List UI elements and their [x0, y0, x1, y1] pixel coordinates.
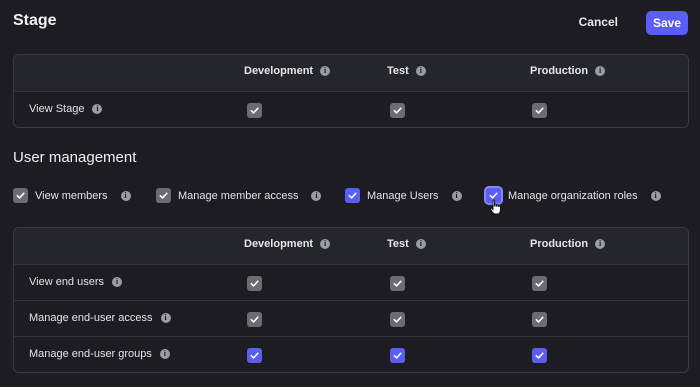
info-icon[interactable]: i [311, 190, 322, 201]
section-title-user-management: User management [13, 149, 137, 166]
info-icon[interactable]: i [415, 66, 426, 76]
info-icon[interactable]: i [451, 190, 462, 201]
row-label-view-end-users: View end users i [29, 276, 123, 288]
info-icon[interactable]: i [650, 190, 661, 201]
table-header-row: Development i Test i Production i [14, 55, 688, 91]
column-header-development: Development i [244, 65, 331, 77]
info-icon[interactable]: i [112, 277, 123, 287]
info-icon[interactable]: i [415, 239, 426, 249]
header: Stage Cancel Save [13, 11, 688, 35]
info-icon[interactable]: i [160, 313, 171, 323]
hand-cursor-icon [490, 199, 501, 215]
info-icon[interactable]: i [595, 239, 606, 249]
info-icon[interactable]: i [320, 66, 331, 76]
checkbox-view-end-users-production[interactable] [532, 276, 547, 291]
table-row: Manage end-user groups i [14, 336, 688, 372]
table-row: Manage end-user access i [14, 300, 688, 336]
info-icon[interactable]: i [159, 349, 170, 359]
table-row: View Stage i [14, 91, 688, 127]
option-view-members[interactable]: View members i [13, 188, 131, 203]
checkbox-manage-end-user-groups-test[interactable] [390, 348, 405, 363]
table-header-row: Development i Test i Production i [14, 228, 688, 264]
save-button[interactable]: Save [646, 11, 688, 35]
user-permissions-table: Development i Test i Production i View end … [13, 227, 689, 373]
row-label-manage-end-user-groups: Manage end-user groups i [29, 348, 170, 360]
column-header-test: Test i [387, 238, 426, 250]
column-header-production: Production i [530, 238, 606, 250]
checkbox-view-members[interactable] [13, 188, 28, 203]
cancel-button[interactable]: Cancel [579, 15, 618, 29]
info-icon[interactable]: i [320, 239, 331, 249]
row-label-manage-end-user-access: Manage end-user access i [29, 312, 171, 324]
info-icon[interactable]: i [595, 66, 606, 76]
column-header-production: Production i [530, 65, 606, 77]
option-manage-member-access[interactable]: Manage member access i [156, 188, 322, 203]
checkbox-view-stage-production[interactable] [532, 103, 547, 118]
checkbox-manage-end-user-access-development[interactable] [247, 312, 262, 327]
checkbox-manage-end-user-access-production[interactable] [532, 312, 547, 327]
checkbox-view-end-users-test[interactable] [390, 276, 405, 291]
row-label-view-stage: View Stage i [29, 103, 103, 115]
checkbox-manage-users[interactable] [345, 188, 360, 203]
checkbox-manage-end-user-groups-development[interactable] [247, 348, 262, 363]
option-manage-organization-roles[interactable]: Manage organization roles i [484, 186, 661, 205]
table-row: View end users i [14, 264, 688, 300]
checkbox-view-stage-development[interactable] [247, 103, 262, 118]
info-icon[interactable]: i [120, 190, 131, 201]
user-management-options: View members i Manage member access i Ma… [13, 186, 693, 206]
checkbox-manage-member-access[interactable] [156, 188, 171, 203]
stage-permissions-table: Development i Test i Production i View Stag… [13, 54, 689, 128]
info-icon[interactable]: i [92, 104, 103, 114]
column-header-development: Development i [244, 238, 331, 250]
option-manage-users[interactable]: Manage Users i [345, 188, 462, 203]
checkbox-manage-end-user-groups-production[interactable] [532, 348, 547, 363]
checkbox-view-stage-test[interactable] [390, 103, 405, 118]
checkbox-manage-end-user-access-test[interactable] [390, 312, 405, 327]
checkbox-view-end-users-development[interactable] [247, 276, 262, 291]
page-title: Stage [13, 12, 57, 29]
column-header-test: Test i [387, 65, 426, 77]
